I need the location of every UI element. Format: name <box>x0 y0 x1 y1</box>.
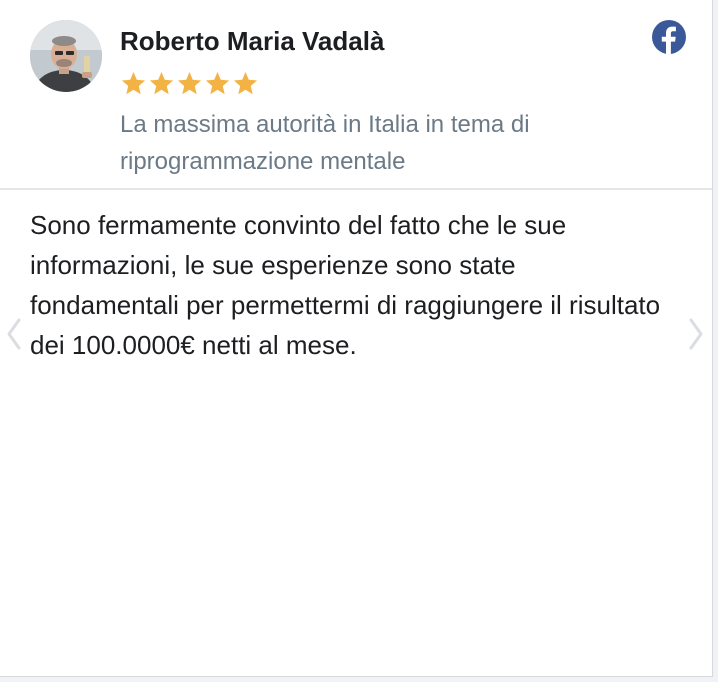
star-icon <box>149 72 174 95</box>
facebook-icon[interactable] <box>652 20 686 54</box>
star-icon <box>233 72 258 95</box>
reviewer-name: Roberto Maria Vadalà <box>120 26 385 56</box>
chevron-left-icon[interactable] <box>4 316 24 352</box>
star-rating <box>120 70 259 97</box>
star-icon <box>177 72 202 95</box>
review-card: Roberto Maria Vadalà La massima autorità… <box>0 0 713 677</box>
reviewer-tagline: La massima autorità in Italia in tema di… <box>120 111 530 175</box>
avatar <box>30 20 102 92</box>
star-icon <box>205 72 230 95</box>
chevron-right-icon[interactable] <box>686 316 706 352</box>
star-icon <box>121 72 146 95</box>
review-text: Sono fermamente convinto del fatto che l… <box>30 210 661 360</box>
review-header: Roberto Maria Vadalà La massima autorità… <box>0 0 712 190</box>
